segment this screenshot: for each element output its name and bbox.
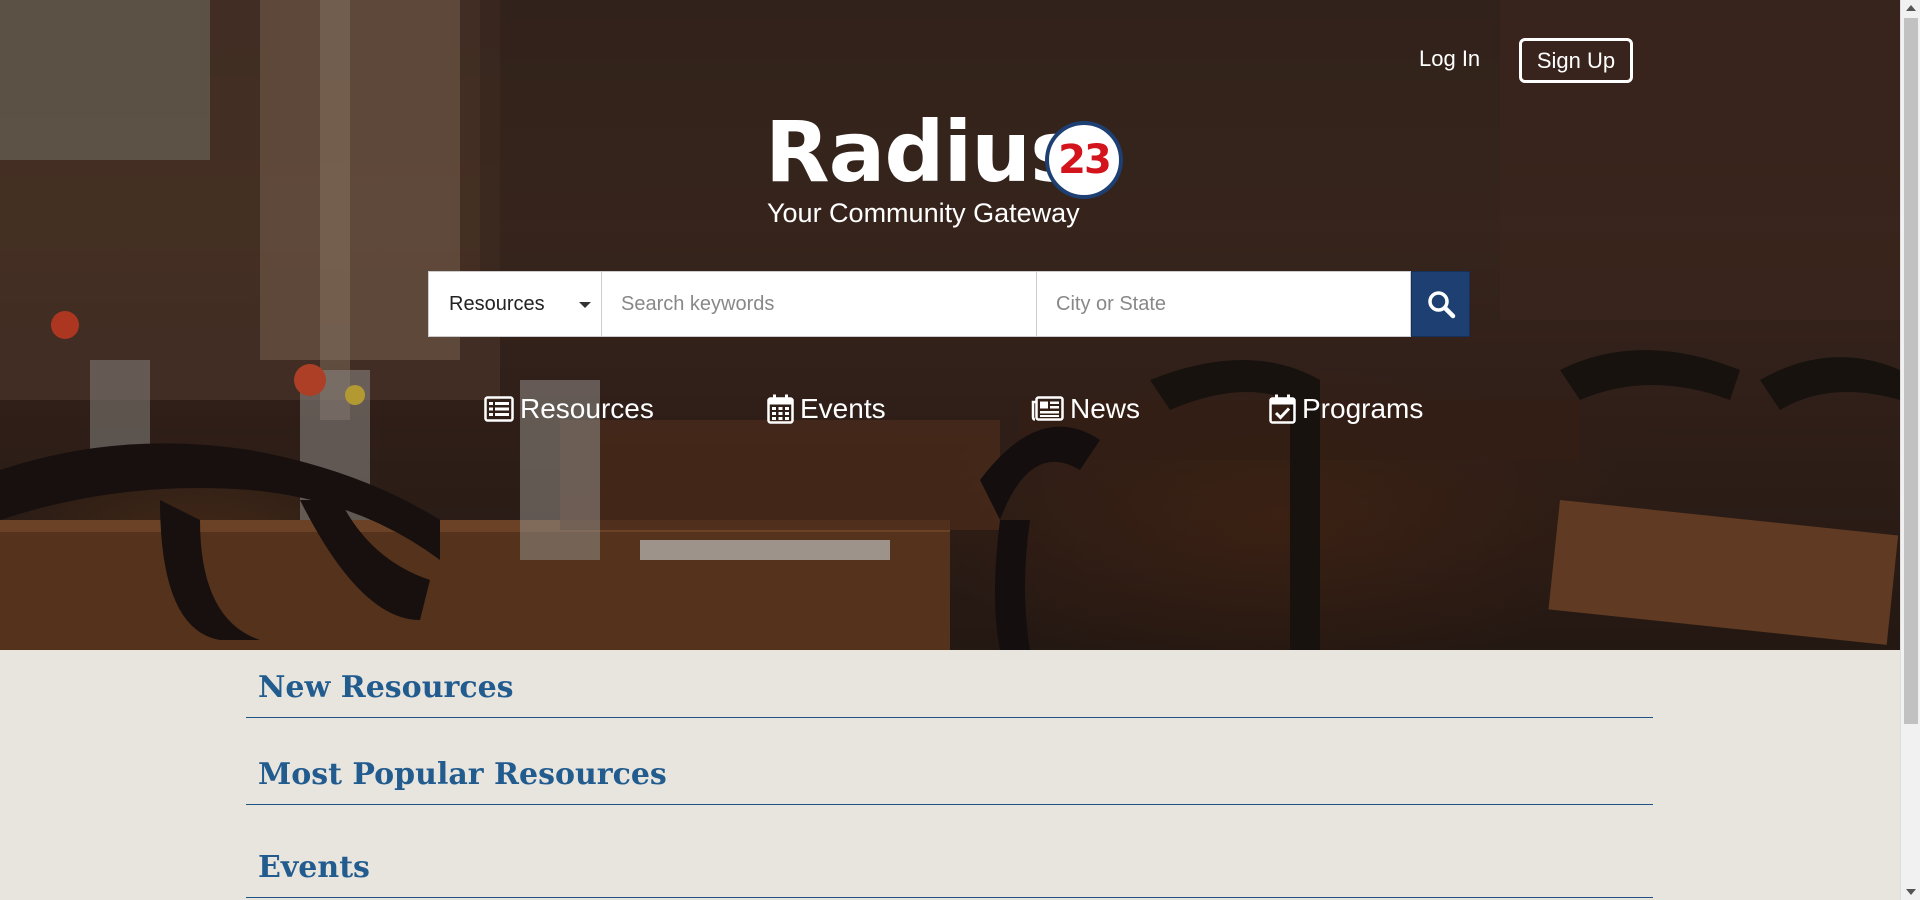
- scroll-down-icon[interactable]: [1906, 889, 1916, 895]
- logo-tagline: Your Community Gateway: [767, 198, 1080, 228]
- search-bar: Resources: [428, 271, 1470, 337]
- section-events: Events: [246, 850, 1653, 898]
- nav-programs[interactable]: Programs: [1269, 393, 1423, 425]
- section-title: Events: [258, 850, 370, 885]
- section-most-popular-resources: Most Popular Resources: [246, 757, 1653, 805]
- nav-events-label: Events: [800, 393, 886, 424]
- chevron-down-icon: [579, 302, 591, 308]
- calendar-check-icon: [1269, 394, 1296, 424]
- nav-news-label: News: [1070, 393, 1141, 424]
- nav-programs-label: Programs: [1302, 393, 1424, 424]
- calendar-icon: [767, 394, 794, 424]
- search-category-value: Resources: [449, 292, 545, 315]
- search-category-select[interactable]: Resources: [428, 271, 602, 337]
- signup-button[interactable]: Sign Up: [1519, 38, 1633, 83]
- nav-events[interactable]: Events: [767, 393, 886, 425]
- page-scrollbar[interactable]: [1900, 0, 1920, 900]
- search-icon: [1427, 291, 1455, 319]
- nav-resources[interactable]: Resources: [484, 393, 654, 425]
- nav-news[interactable]: News: [1031, 393, 1140, 425]
- search-keywords-input[interactable]: [602, 271, 1037, 337]
- newspaper-icon: [1031, 396, 1064, 422]
- scroll-thumb[interactable]: [1904, 18, 1918, 724]
- search-location-input[interactable]: [1037, 271, 1411, 337]
- section-title: Most Popular Resources: [258, 757, 667, 792]
- nav-resources-label: Resources: [520, 393, 654, 424]
- section-new-resources: New Resources: [246, 670, 1653, 718]
- scroll-up-icon[interactable]: [1906, 5, 1916, 11]
- login-link[interactable]: Log In: [1419, 46, 1480, 72]
- section-title: New Resources: [258, 670, 514, 705]
- logo-name: Radius: [765, 103, 1080, 201]
- list-icon: [484, 396, 514, 422]
- search-button[interactable]: [1411, 271, 1470, 337]
- site-logo[interactable]: Radius 23 Your Community Gateway: [765, 103, 1123, 228]
- logo-badge: 23: [1045, 121, 1123, 199]
